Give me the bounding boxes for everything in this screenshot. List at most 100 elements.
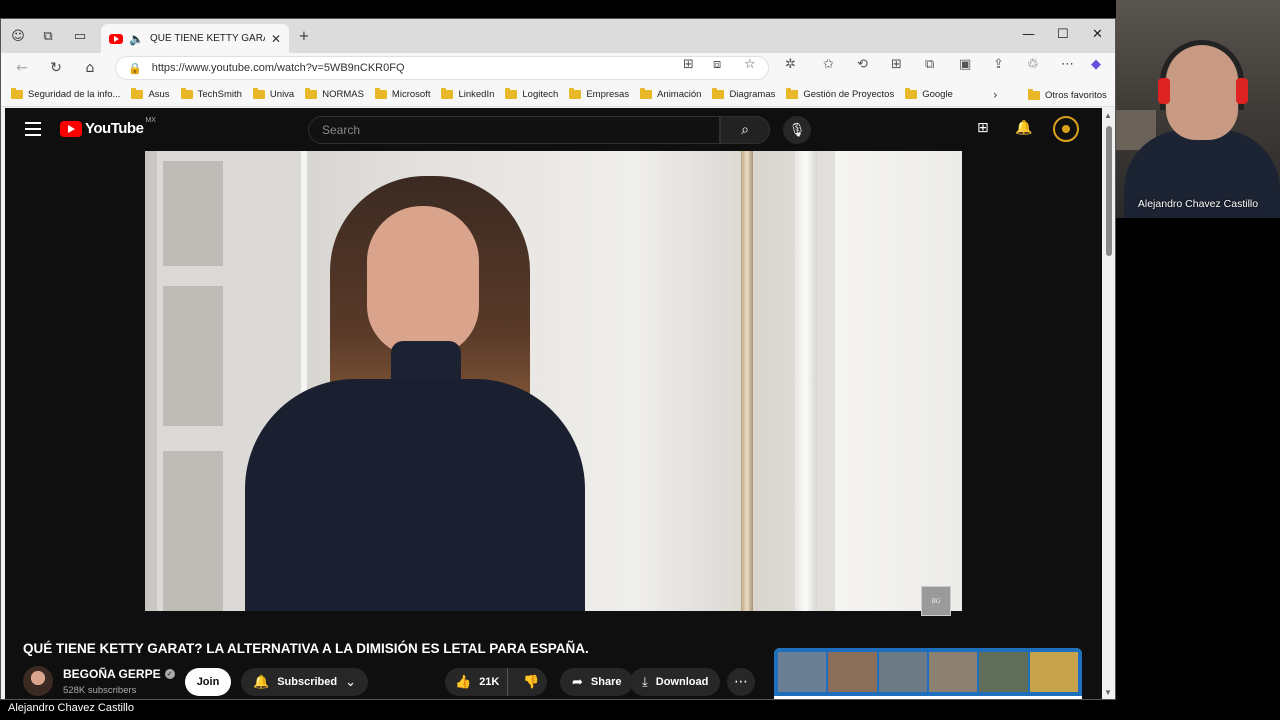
video-player[interactable]: [145, 151, 962, 611]
settings-more-icon[interactable]: ⋯: [1061, 57, 1074, 72]
search-box: [308, 116, 720, 144]
favorites-icon[interactable]: ✩: [823, 57, 834, 72]
create-video-icon[interactable]: ⊞: [977, 120, 989, 136]
minimize-icon[interactable]: —: [1022, 27, 1035, 42]
chevron-right-icon[interactable]: ›: [993, 88, 998, 102]
channel-name[interactable]: BEGOÑA GERPE ✓: [63, 667, 175, 681]
folder-icon: [441, 88, 454, 99]
bookmark-item[interactable]: Animación: [640, 88, 701, 100]
sidebar-icon[interactable]: ▣: [959, 57, 971, 72]
favorite-star-icon[interactable]: ☆: [744, 57, 756, 72]
youtube-header: YouTube MX ⌕ 🎙 ⊞ 🔔: [5, 108, 1102, 152]
video-frame-face: [367, 206, 479, 356]
audio-playing-icon[interactable]: 🔈: [129, 32, 144, 46]
share-label: Share: [590, 676, 622, 688]
bookmark-item[interactable]: Gestión de Proyectos: [786, 88, 894, 100]
copilot-icon[interactable]: ◆: [1091, 57, 1101, 72]
collections-icon[interactable]: ⊞: [891, 57, 902, 72]
promo-thumbnail: [828, 652, 877, 692]
search-input[interactable]: [322, 123, 702, 137]
like-button[interactable]: 👍 21K: [445, 668, 508, 696]
subscriber-count: 528K subscribers: [63, 685, 137, 696]
performance-icon[interactable]: ♲: [1027, 57, 1039, 72]
bookmark-item[interactable]: Seguridad de la info...: [11, 88, 120, 100]
bookmark-item[interactable]: Univa: [252, 88, 294, 100]
share-browser-icon[interactable]: ⇪: [993, 57, 1004, 72]
promo-thumbnail: [878, 652, 927, 692]
bookmark-item[interactable]: Diagramas: [712, 88, 775, 100]
search-icon[interactable]: ⌕: [720, 116, 770, 144]
back-icon[interactable]: ←: [13, 59, 31, 77]
folder-icon: [11, 88, 23, 99]
video-frame-mirror-gold: [741, 151, 753, 611]
download-button[interactable]: ⤓ Download: [630, 668, 721, 696]
notifications-bell-icon[interactable]: 🔔: [1015, 120, 1032, 136]
youtube-wordmark: YouTube: [85, 120, 144, 137]
close-tab-icon[interactable]: ✕: [271, 32, 281, 46]
webcam-overlay: Alejandro Chavez Castillo: [1116, 0, 1280, 218]
address-bar[interactable]: 🔒 https://www.youtube.com/watch?v=5WB9nC…: [115, 56, 769, 80]
bookmark-item[interactable]: NORMAS: [305, 88, 364, 100]
tab-actions-icon[interactable]: ▭: [71, 27, 89, 45]
channel-watermark[interactable]: BG: [921, 586, 951, 616]
presenter-name-label: Alejandro Chavez Castillo: [8, 702, 134, 714]
promo-banner[interactable]: [774, 648, 1082, 699]
workspaces-icon[interactable]: ⧉: [39, 27, 57, 45]
browser-toolbar: ← ↻ ⌂ 🔒 https://www.youtube.com/watch?v=…: [1, 53, 1115, 83]
bookmark-item[interactable]: Microsoft: [374, 88, 430, 100]
youtube-logo[interactable]: YouTube MX: [60, 117, 156, 137]
bookmark-item[interactable]: TechSmith: [180, 88, 242, 100]
tab-youtube[interactable]: 🔈 QUÉ TIENE KETTY GARAT? LA ALTERNATIVA …: [101, 24, 289, 53]
share-arrow-icon: ➦: [572, 674, 583, 690]
video-frame-pane: [163, 451, 223, 611]
folder-icon: [252, 88, 265, 99]
video-frame-pane: [163, 161, 223, 266]
dislike-button[interactable]: 👎: [516, 668, 547, 696]
lock-icon[interactable]: 🔒: [128, 62, 142, 75]
headset-earcup: [1158, 78, 1170, 104]
scroll-thumb[interactable]: [1106, 126, 1112, 256]
account-avatar[interactable]: [1053, 116, 1079, 142]
bookmark-item[interactable]: Google: [905, 88, 953, 100]
bookmark-item[interactable]: Empresas: [569, 88, 629, 100]
home-icon[interactable]: ⌂: [81, 59, 99, 77]
bookmarks-bar: Seguridad de la info... Asus TechSmith U…: [1, 83, 1115, 107]
url-text: https://www.youtube.com/watch?v=5WB9nCKR…: [151, 62, 405, 74]
video-frame-mirror-white: [795, 151, 817, 611]
youtube-favicon-icon: [109, 33, 123, 44]
close-window-icon[interactable]: ✕: [1092, 27, 1103, 42]
promo-thumbnails: [774, 648, 1082, 696]
subscribed-button[interactable]: 🔔 Subscribed ⌄: [241, 668, 368, 696]
thumbs-down-icon: 👎: [523, 674, 540, 690]
subscribed-label: Subscribed: [277, 676, 338, 688]
channel-avatar[interactable]: [23, 666, 53, 696]
scroll-down-icon[interactable]: ▼: [1104, 688, 1112, 697]
join-button[interactable]: Join: [185, 668, 231, 696]
bookmark-item[interactable]: Logitech: [505, 88, 558, 100]
bookmark-item[interactable]: Asus: [131, 88, 170, 100]
folder-icon: [305, 88, 318, 99]
read-aloud-icon[interactable]: ⧈: [713, 57, 721, 72]
share-button[interactable]: ➦ Share: [560, 668, 634, 696]
promo-thumbnail: [778, 652, 827, 692]
app-available-icon[interactable]: ⊞: [683, 57, 694, 72]
more-actions-icon[interactable]: ⋯: [727, 668, 755, 696]
menu-icon[interactable]: [25, 122, 41, 136]
history-icon[interactable]: ⟲: [857, 57, 868, 72]
extensions-icon[interactable]: ✲: [785, 57, 796, 72]
screenshot-icon[interactable]: ⧉: [925, 57, 934, 72]
chevron-down-icon: ⌄: [345, 674, 356, 690]
profile-icon[interactable]: ☺: [9, 27, 27, 45]
region-code: MX: [145, 117, 156, 124]
microphone-icon[interactable]: 🎙: [783, 116, 811, 144]
maximize-icon[interactable]: ☐: [1057, 27, 1069, 42]
promo-thumbnail: [979, 652, 1028, 692]
scroll-up-icon[interactable]: ▲: [1104, 111, 1112, 120]
new-tab-icon[interactable]: +: [295, 27, 313, 45]
refresh-icon[interactable]: ↻: [47, 59, 65, 77]
bookmark-item[interactable]: LinkedIn: [441, 88, 494, 100]
folder-icon: [569, 88, 582, 99]
other-bookmarks[interactable]: Otros favoritos: [1028, 89, 1107, 101]
page-scrollbar[interactable]: ▲ ▼: [1102, 108, 1115, 699]
like-count: 21K: [479, 676, 500, 688]
